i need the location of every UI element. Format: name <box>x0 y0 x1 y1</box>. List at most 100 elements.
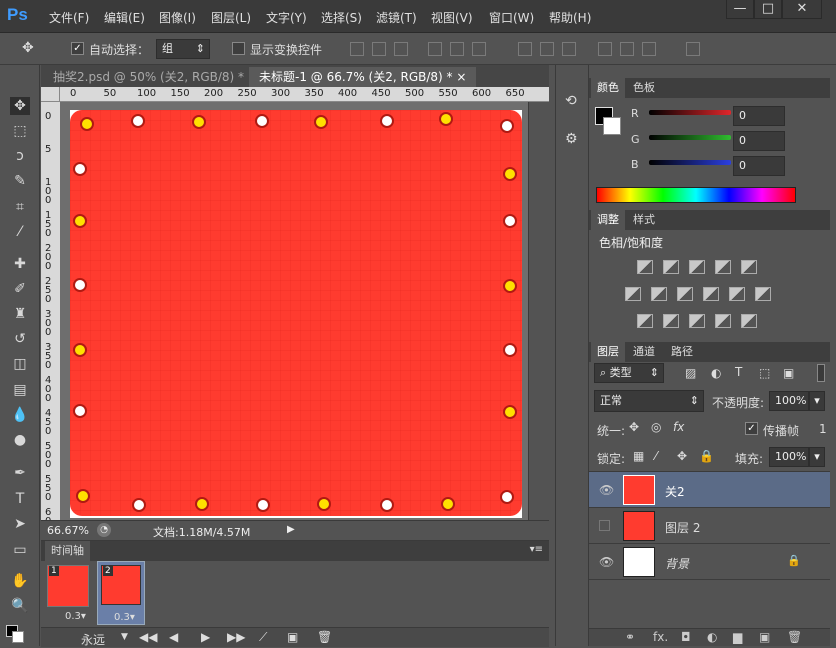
background-color-swatch[interactable] <box>12 631 24 643</box>
menu-window[interactable]: 窗口(W) <box>489 9 534 26</box>
filter-toggle[interactable] <box>817 364 825 382</box>
vibrance-icon[interactable] <box>741 260 757 274</box>
hue-saturation-icon[interactable] <box>625 287 641 301</box>
brightness-contrast-icon[interactable] <box>637 260 653 274</box>
opacity-value[interactable]: 100% <box>769 391 809 411</box>
layer-row-background[interactable]: 👁 背景 🔒 <box>589 544 830 580</box>
filter-type-icon[interactable]: T <box>735 365 742 379</box>
posterize-icon[interactable] <box>663 314 679 328</box>
visibility-eye-icon[interactable]: 👁 <box>599 483 614 497</box>
zoom-level[interactable]: 66.67% <box>47 524 89 537</box>
frame-1-delay[interactable]: 0.3▾ <box>65 611 86 622</box>
history-icon[interactable]: ⟲ <box>565 93 577 109</box>
visibility-toggle-empty[interactable] <box>599 520 610 531</box>
doc-tab-1[interactable]: 抽奖2.psd @ 50% (关2, RGB/8) * × <box>43 67 268 87</box>
lock-all-icon[interactable]: 🔒 <box>699 449 714 463</box>
align-right-icon[interactable] <box>472 42 486 56</box>
close-window-button[interactable]: ✕ <box>782 0 822 19</box>
move-tool-icon[interactable]: ✥ <box>10 97 30 115</box>
ruler-corner[interactable] <box>41 87 60 102</box>
tween-icon[interactable]: ⟋ <box>259 630 267 645</box>
auto-align-icon[interactable] <box>686 42 700 56</box>
black-white-icon[interactable] <box>677 287 693 301</box>
unify-visibility-icon[interactable]: ◎ <box>651 420 661 434</box>
align-hcenter-icon[interactable] <box>450 42 464 56</box>
distribute-top-icon[interactable] <box>518 42 532 56</box>
link-layers-icon[interactable]: ⚭ <box>625 630 635 644</box>
menu-edit[interactable]: 编辑(E) <box>104 9 145 26</box>
align-left-icon[interactable] <box>428 42 442 56</box>
auto-select-checkbox[interactable]: ✓ <box>71 42 84 55</box>
blur-tool-icon[interactable]: 💧 <box>10 406 30 424</box>
filter-adjustment-icon[interactable]: ◐ <box>711 366 721 380</box>
gradient-tool-icon[interactable]: ▤ <box>10 381 30 399</box>
channel-mixer-icon[interactable] <box>729 287 745 301</box>
vertical-ruler[interactable]: 0 5 1 0 0 1 5 0 2 0 0 2 5 0 3 0 0 3 5 0 4 0 0 4 5… <box>41 102 60 536</box>
menu-image[interactable]: 图像(I) <box>159 9 196 26</box>
menu-select[interactable]: 选择(S) <box>321 9 362 26</box>
tab-styles[interactable]: 样式 <box>627 210 661 230</box>
tab-layers[interactable]: 图层 <box>591 342 625 362</box>
channel-g-slider[interactable] <box>649 135 731 140</box>
tab-swatches[interactable]: 色板 <box>627 78 661 98</box>
loop-option[interactable]: 永远 <box>81 631 105 648</box>
minimize-button[interactable]: — <box>726 0 754 19</box>
delete-frame-icon[interactable]: 🗑 <box>317 630 332 644</box>
fill-value[interactable]: 100% <box>769 447 809 467</box>
type-tool-icon[interactable]: T <box>10 490 30 508</box>
align-vcenter-icon[interactable] <box>372 42 386 56</box>
channel-b-slider[interactable] <box>649 160 731 165</box>
history-brush-tool-icon[interactable]: ↺ <box>10 330 30 348</box>
tab-color[interactable]: 颜色 <box>591 78 625 98</box>
crop-tool-icon[interactable]: ⌗ <box>10 198 30 216</box>
menu-help[interactable]: 帮助(H) <box>549 9 591 26</box>
layer-style-icon[interactable]: fx. <box>653 630 668 644</box>
vertical-scrollbar[interactable] <box>528 102 549 520</box>
tab-adjustments[interactable]: 调整 <box>591 210 625 230</box>
distribute-vcenter-icon[interactable] <box>540 42 554 56</box>
duplicate-frame-icon[interactable]: ▣ <box>287 630 298 644</box>
path-select-tool-icon[interactable]: ➤ <box>10 515 30 533</box>
color-spectrum-bar[interactable] <box>596 187 796 203</box>
selective-color-icon[interactable] <box>715 314 731 328</box>
layer-name[interactable]: 背景 <box>665 555 689 572</box>
distribute-hcenter-icon[interactable] <box>620 42 634 56</box>
unify-position-icon[interactable]: ✥ <box>629 420 639 434</box>
layer-row-guan2[interactable]: 👁 关2 <box>589 472 830 508</box>
propagate-frame-checkbox[interactable]: ✓ <box>745 422 758 435</box>
opacity-dropdown-icon[interactable]: ▾ <box>809 391 825 411</box>
adjustment-layer-icon[interactable]: ◐ <box>707 630 717 644</box>
maximize-button[interactable]: □ <box>754 0 782 19</box>
next-frame-icon[interactable]: ▶▶ <box>227 630 245 644</box>
stamp-tool-icon[interactable]: ♜ <box>10 305 30 323</box>
lock-position-icon[interactable]: ✥ <box>677 449 687 463</box>
group-folder-icon[interactable]: ▆ <box>733 630 742 644</box>
blend-mode-dropdown[interactable]: 正常 ⇕ <box>594 390 704 412</box>
color-balance-icon[interactable] <box>651 287 667 301</box>
gradient-map-icon[interactable] <box>741 314 757 328</box>
previous-frame-icon[interactable]: ◀ <box>169 630 178 644</box>
show-transform-checkbox[interactable] <box>232 42 245 55</box>
pen-tool-icon[interactable]: ✒ <box>10 464 30 482</box>
layer-name[interactable]: 关2 <box>665 483 685 500</box>
hand-tool-icon[interactable]: ✋ <box>10 572 30 590</box>
new-layer-icon[interactable]: ▣ <box>759 630 770 644</box>
menu-type[interactable]: 文字(Y) <box>266 9 307 26</box>
doc-tab-2[interactable]: 未标题-1 @ 66.7% (关2, RGB/8) * × <box>249 67 477 87</box>
threshold-icon[interactable] <box>689 314 705 328</box>
color-lookup-icon[interactable] <box>755 287 771 301</box>
background-color-swatch[interactable] <box>603 117 621 135</box>
align-bottom-icon[interactable] <box>394 42 408 56</box>
tab-channels[interactable]: 通道 <box>627 342 661 362</box>
quick-select-tool-icon[interactable]: ✎ <box>10 172 30 190</box>
healing-brush-tool-icon[interactable]: ✚ <box>10 255 30 273</box>
eyedropper-tool-icon[interactable]: ⁄ <box>10 223 30 241</box>
move-tool-icon[interactable]: ✥ <box>22 40 34 56</box>
layer-filter-dropdown[interactable]: ⌕ 类型 ⇕ <box>594 363 664 383</box>
status-menu-arrow-icon[interactable]: ▶ <box>287 524 295 535</box>
lasso-tool-icon[interactable]: ↄ <box>10 147 30 165</box>
layer-row-layer2[interactable]: 图层 2 <box>589 508 830 544</box>
dodge-tool-icon[interactable]: ● <box>10 431 30 449</box>
properties-icon[interactable]: ⚙ <box>565 131 578 147</box>
layer-mask-icon[interactable]: ◘ <box>681 630 691 644</box>
